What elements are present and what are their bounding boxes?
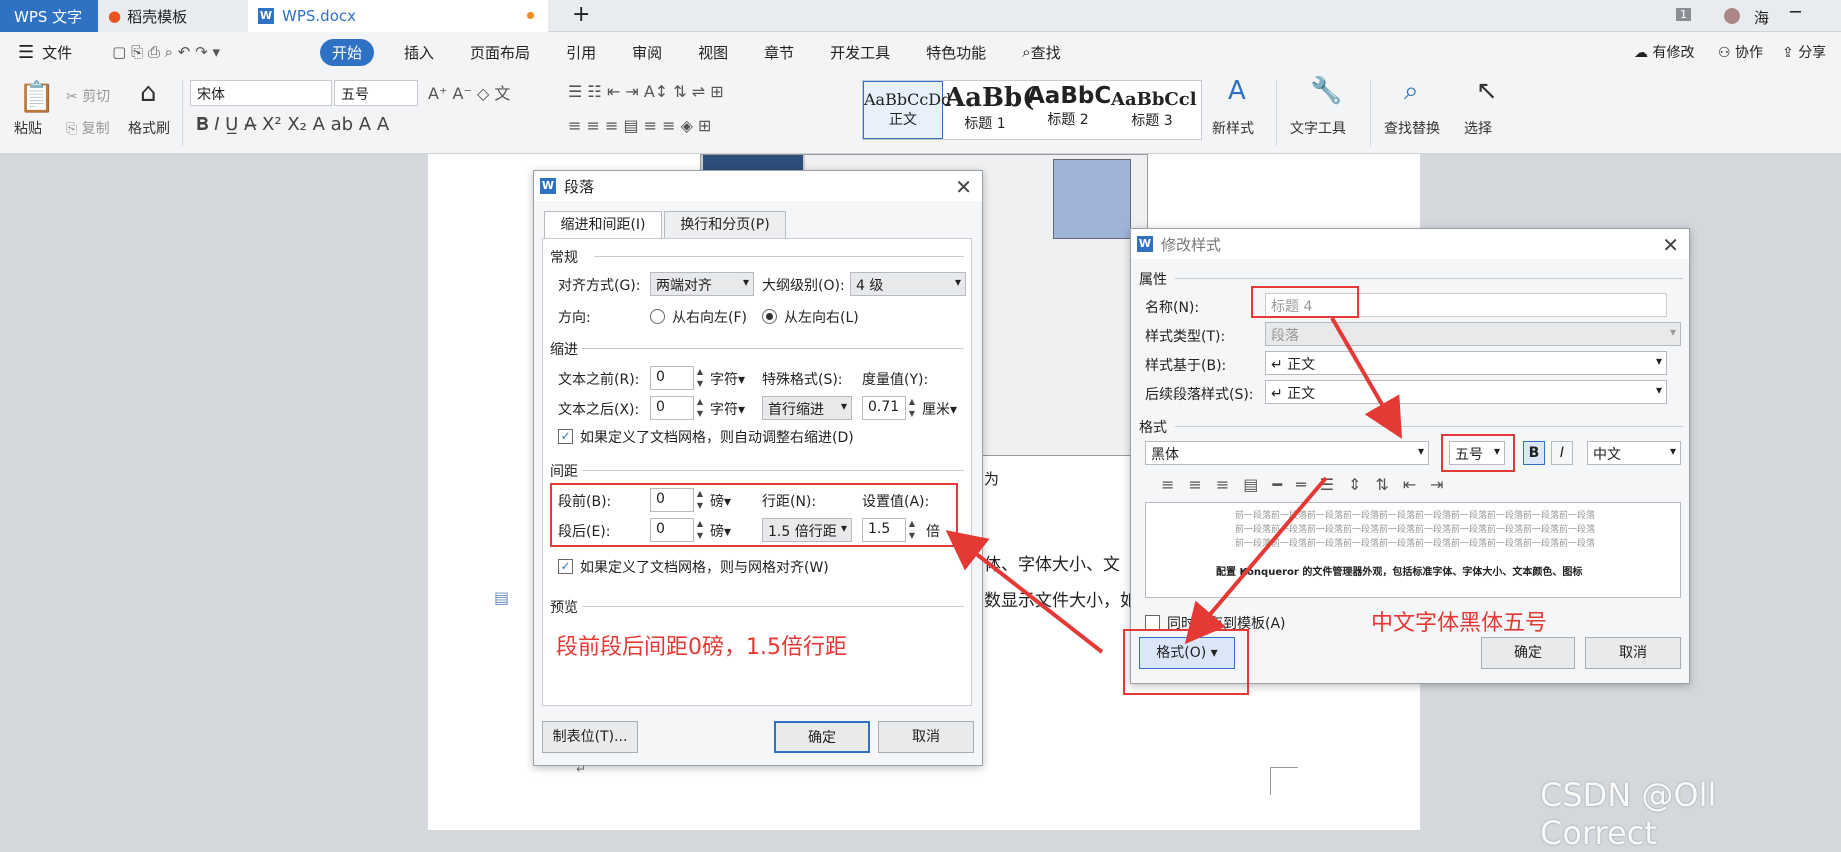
arrow-to-format-button <box>1184 476 1328 645</box>
arrow-to-line-spacing <box>945 530 1104 654</box>
csdn-watermark: CSDN @Oll Correct <box>1540 776 1717 852</box>
arrow-to-font-size <box>1330 316 1403 439</box>
annotation-arrows <box>945 316 1403 654</box>
